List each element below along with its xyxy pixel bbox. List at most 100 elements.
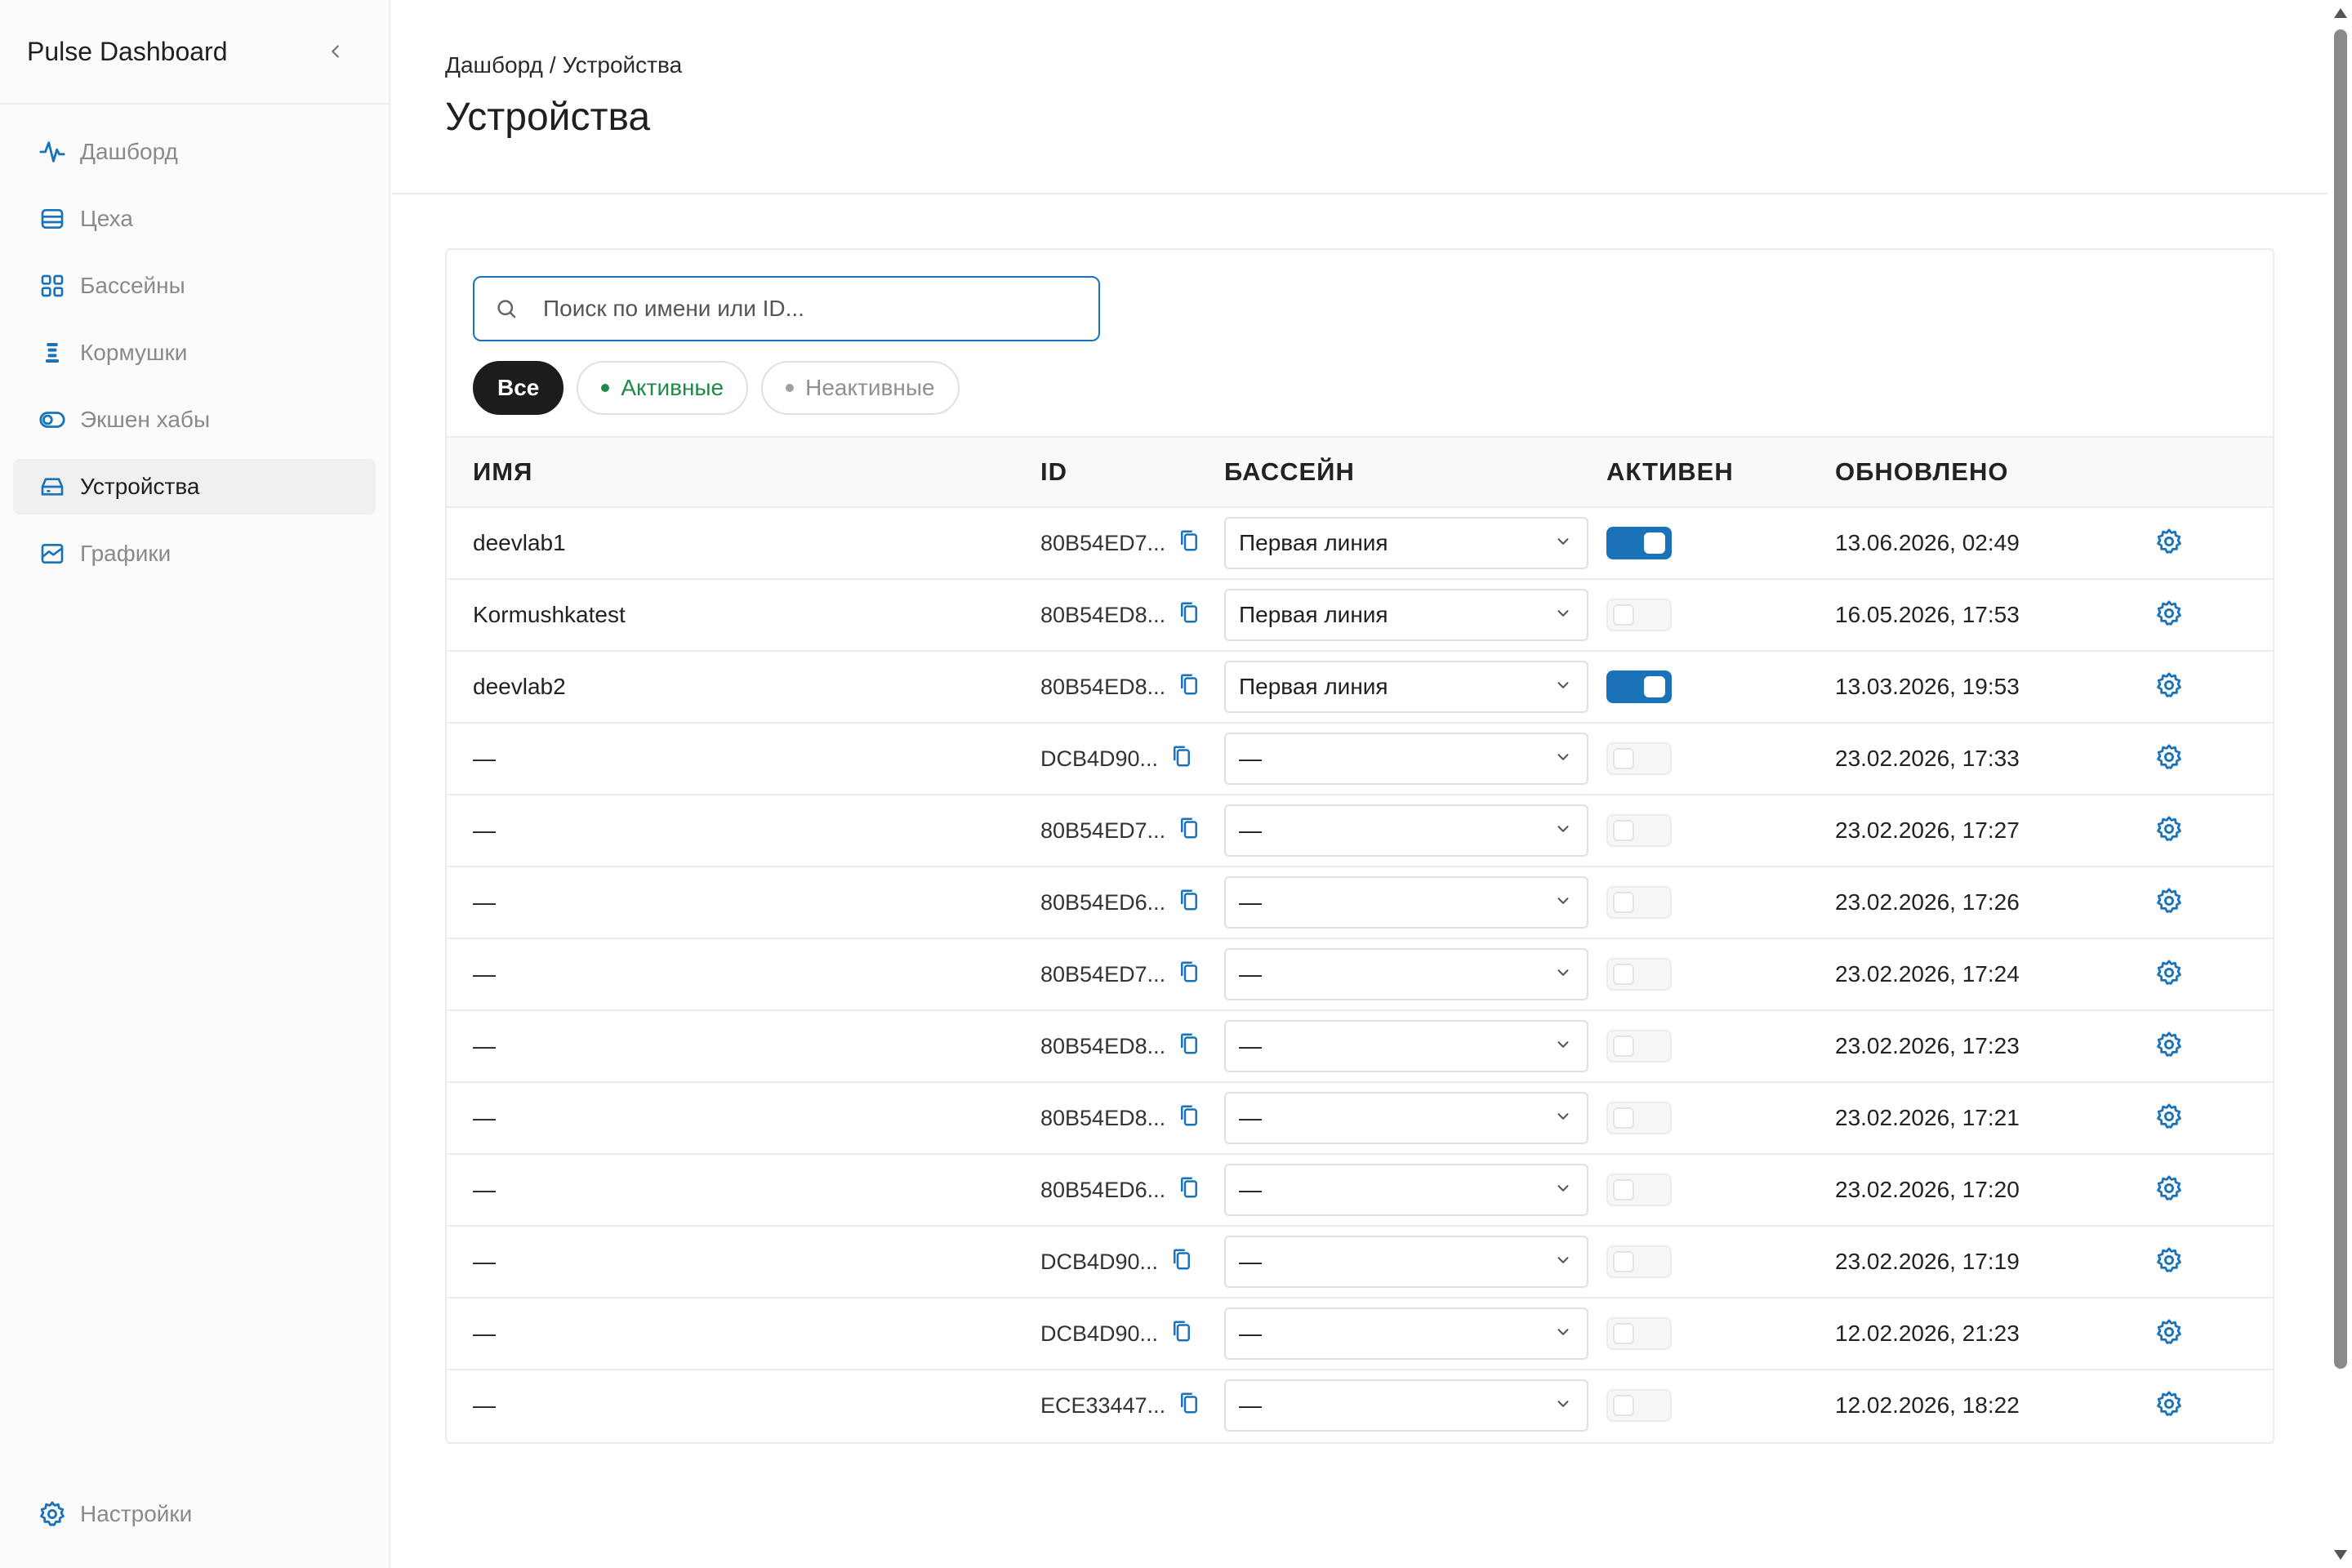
copy-id-button[interactable] <box>1177 889 1201 915</box>
sidebar-item-label: Устройства <box>80 474 200 499</box>
device-settings-button[interactable] <box>2155 1083 2183 1153</box>
copy-id-button[interactable] <box>1169 1249 1194 1275</box>
column-header-id[interactable]: ID <box>1040 457 1067 487</box>
device-settings-button[interactable] <box>2155 724 2183 794</box>
page-scrollbar[interactable] <box>2328 0 2352 1568</box>
page-title: Устройства <box>445 96 651 139</box>
pool-select[interactable]: — <box>1224 948 1588 1000</box>
device-settings-button[interactable] <box>2155 508 2183 578</box>
pool-select[interactable]: — <box>1224 1236 1588 1288</box>
device-settings-button[interactable] <box>2155 867 2183 938</box>
sidebar-item-label: Экшен хабы <box>80 407 211 432</box>
sidebar-item-workshops[interactable]: Цеха <box>13 191 376 247</box>
active-toggle[interactable] <box>1606 599 1672 631</box>
copy-id-button[interactable] <box>1177 1177 1201 1203</box>
toggle-knob <box>1613 1395 1634 1416</box>
pool-select[interactable]: — <box>1224 804 1588 857</box>
sidebar-item-charts[interactable]: Графики <box>13 526 376 581</box>
filter-all-label: Все <box>497 375 540 400</box>
device-id: 80B54ED8... <box>1040 674 1166 699</box>
column-header-name[interactable]: ИМЯ <box>473 457 532 487</box>
feeder-icon <box>38 338 67 368</box>
copy-id-button[interactable] <box>1177 602 1201 628</box>
active-toggle[interactable] <box>1606 1317 1672 1350</box>
device-id-cell: DCB4D90... <box>1040 1298 1194 1369</box>
breadcrumb-home[interactable]: Дашборд <box>445 52 543 78</box>
device-settings-button[interactable] <box>2155 795 2183 866</box>
scroll-up-arrow-icon[interactable] <box>2334 8 2347 18</box>
copy-id-button[interactable] <box>1177 674 1201 700</box>
chevron-down-icon <box>1554 961 1572 987</box>
copy-id-button[interactable] <box>1177 1033 1201 1059</box>
active-cell <box>1606 652 1672 722</box>
active-toggle[interactable] <box>1606 1389 1672 1422</box>
sidebar-item-feeders[interactable]: Кормушки <box>13 325 376 381</box>
device-settings-button[interactable] <box>2155 652 2183 722</box>
active-toggle[interactable] <box>1606 1030 1672 1062</box>
scroll-down-arrow-icon[interactable] <box>2334 1550 2347 1560</box>
pool-select[interactable]: Первая линия <box>1224 589 1588 641</box>
sidebar-item-devices[interactable]: Устройства <box>13 459 376 514</box>
copy-icon <box>1178 1391 1200 1421</box>
copy-id-button[interactable] <box>1177 817 1201 844</box>
device-settings-button[interactable] <box>2155 580 2183 650</box>
copy-id-button[interactable] <box>1177 1392 1201 1419</box>
toggle-knob <box>1613 892 1634 913</box>
pool-select[interactable]: — <box>1224 1020 1588 1072</box>
active-toggle[interactable] <box>1606 1102 1672 1134</box>
sidebar-item-pools[interactable]: Бассейны <box>13 258 376 314</box>
device-settings-button[interactable] <box>2155 1227 2183 1297</box>
sidebar-item-action-hubs[interactable]: Экшен хабы <box>13 392 376 448</box>
device-settings-button[interactable] <box>2155 1011 2183 1081</box>
collapse-sidebar-button[interactable] <box>323 39 348 64</box>
active-toggle[interactable] <box>1606 1174 1672 1206</box>
active-toggle[interactable] <box>1606 670 1672 703</box>
devices-table: ИМЯ ID БАССЕЙН АКТИВЕН ОБНОВЛЕНО deevlab… <box>447 436 2273 1442</box>
search-input[interactable] <box>543 296 1082 322</box>
sidebar-item-dashboard[interactable]: Дашборд <box>13 124 376 180</box>
active-toggle[interactable] <box>1606 814 1672 847</box>
pool-select-value: — <box>1239 961 1262 987</box>
filter-active-chip[interactable]: Активные <box>577 361 749 415</box>
pool-select[interactable]: — <box>1224 1164 1588 1216</box>
filter-all-chip[interactable]: Все <box>473 361 564 415</box>
scroll-thumb[interactable] <box>2334 29 2347 1369</box>
device-settings-button[interactable] <box>2155 939 2183 1009</box>
active-toggle[interactable] <box>1606 958 1672 991</box>
column-header-updated[interactable]: ОБНОВЛЕНО <box>1835 457 2008 487</box>
chevron-down-icon <box>1554 530 1572 556</box>
device-settings-button[interactable] <box>2155 1155 2183 1225</box>
updated-at: 23.02.2026, 17:20 <box>1835 1177 2020 1202</box>
device-settings-button[interactable] <box>2155 1298 2183 1369</box>
copy-id-button[interactable] <box>1177 961 1201 987</box>
table-row: — 80B54ED7... — 23.02.2026, 17:27 <box>447 795 2273 867</box>
column-header-pool[interactable]: БАССЕЙН <box>1224 457 1355 487</box>
active-toggle[interactable] <box>1606 742 1672 775</box>
device-id: 80B54ED7... <box>1040 817 1166 843</box>
updated-at: 23.02.2026, 17:23 <box>1835 1033 2020 1058</box>
pool-select[interactable]: — <box>1224 1092 1588 1144</box>
filter-inactive-chip[interactable]: Неактивные <box>761 361 960 415</box>
active-toggle[interactable] <box>1606 886 1672 919</box>
pool-select[interactable]: Первая линия <box>1224 517 1588 569</box>
search-box[interactable] <box>473 276 1100 341</box>
pool-select[interactable]: — <box>1224 733 1588 785</box>
pool-select[interactable]: — <box>1224 1379 1588 1432</box>
pool-select[interactable]: Первая линия <box>1224 661 1588 713</box>
copy-id-button[interactable] <box>1177 1105 1201 1131</box>
copy-id-button[interactable] <box>1169 746 1194 772</box>
device-id-cell: DCB4D90... <box>1040 1227 1194 1297</box>
active-toggle[interactable] <box>1606 1245 1672 1278</box>
filter-inactive-label: Неактивные <box>805 375 935 400</box>
column-header-active[interactable]: АКТИВЕН <box>1606 457 1734 487</box>
chevron-down-icon <box>1554 674 1572 700</box>
pool-select-value: Первая линия <box>1239 530 1388 555</box>
pool-select[interactable]: — <box>1224 876 1588 929</box>
copy-id-button[interactable] <box>1169 1321 1194 1347</box>
device-id: 80B54ED6... <box>1040 1177 1166 1202</box>
active-toggle[interactable] <box>1606 527 1672 559</box>
copy-id-button[interactable] <box>1177 530 1201 556</box>
pool-select[interactable]: — <box>1224 1307 1588 1360</box>
device-settings-button[interactable] <box>2155 1370 2183 1441</box>
sidebar-item-settings[interactable]: Настройки <box>13 1486 376 1542</box>
